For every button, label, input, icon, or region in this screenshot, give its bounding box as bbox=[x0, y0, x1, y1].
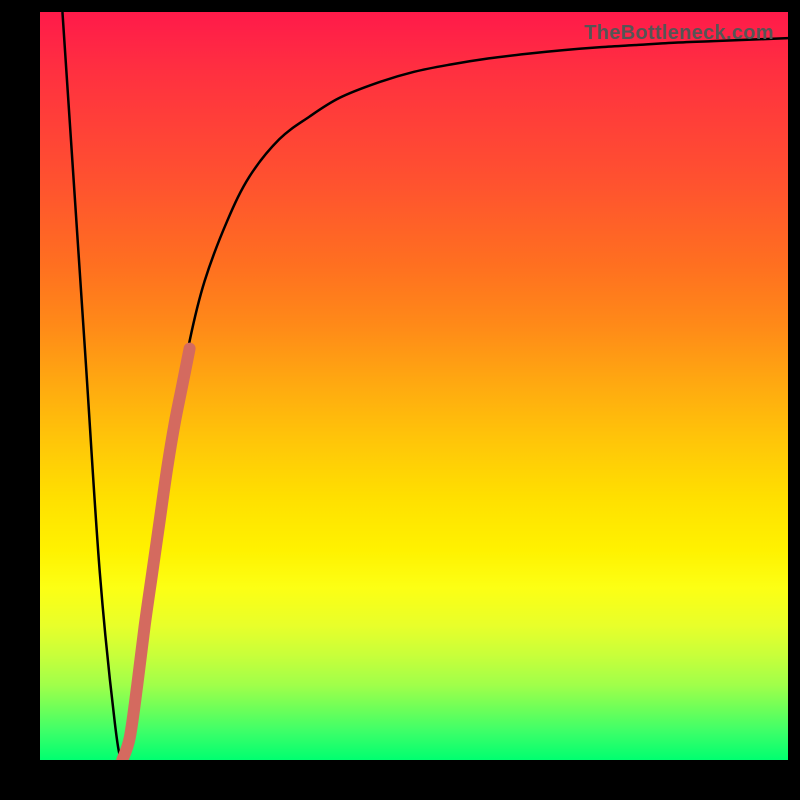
plot-area: TheBottleneck.com bbox=[40, 12, 788, 760]
highlight-segment bbox=[122, 349, 189, 760]
chart-svg bbox=[40, 12, 788, 760]
chart-container: TheBottleneck.com bbox=[0, 0, 800, 800]
watermark-text: TheBottleneck.com bbox=[584, 22, 774, 45]
bottleneck-curve bbox=[62, 12, 788, 760]
